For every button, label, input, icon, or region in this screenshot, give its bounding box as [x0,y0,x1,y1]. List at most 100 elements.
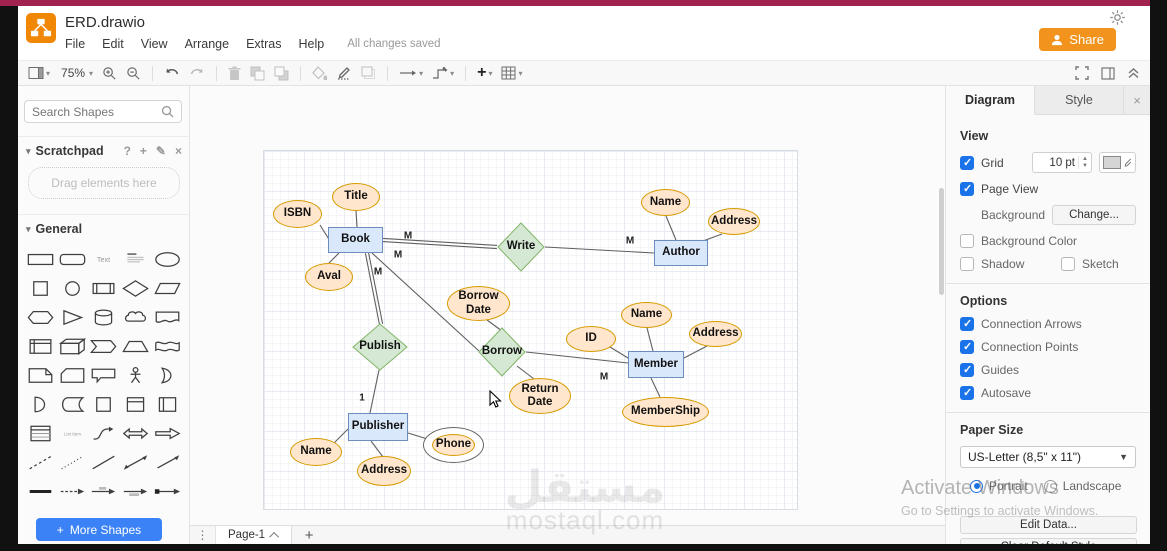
entity-author[interactable]: Author [654,240,708,266]
format-panel-toggle-button[interactable] [1101,66,1115,80]
to-front-button[interactable] [250,66,265,81]
shape-card[interactable] [58,366,88,385]
shape-cube[interactable] [58,337,88,356]
attribute-member-name[interactable]: Name [621,302,672,328]
shape-trapezoid[interactable] [121,337,151,356]
menu-edit[interactable]: Edit [102,37,124,51]
shape-actor[interactable] [121,366,151,385]
menu-extras[interactable]: Extras [246,37,281,51]
shape-dotted-line[interactable] [58,453,88,472]
undo-button[interactable] [164,67,180,80]
zoom-level-dropdown[interactable]: 75% ▾ [59,66,93,80]
shape-square[interactable] [26,279,56,298]
attribute-member-address[interactable]: Address [689,321,742,347]
shape-search-input[interactable] [32,104,161,119]
page-tab[interactable]: Page-1 [216,526,293,544]
shape-line[interactable] [89,453,119,472]
attribute-publisher-name[interactable]: Name [290,438,342,466]
shape-directional-connector[interactable] [152,453,182,472]
relation-publish[interactable]: Publish [352,323,408,371]
guides-checkbox[interactable] [960,363,974,377]
waypoint-style-dropdown[interactable]: 1 ▾ [432,67,454,79]
shadow-button[interactable] [361,66,376,80]
shape-ellipse[interactable] [152,250,182,269]
shape-rounded-rectangle[interactable] [58,250,88,269]
attribute-phone[interactable]: Phone [432,434,475,456]
shape-container-vertical[interactable] [121,395,151,414]
collapse-triangle-icon[interactable]: ▾ [26,146,31,157]
connection-arrows-checkbox[interactable] [960,317,974,331]
shape-dashed-line[interactable] [26,453,56,472]
shape-list-item[interactable]: List Item [58,424,88,443]
landscape-radio[interactable] [1043,479,1057,493]
share-button[interactable]: Share [1039,28,1116,51]
shape-textbox[interactable] [121,250,151,269]
tab-style[interactable]: Style [1035,86,1124,114]
pages-menu-icon[interactable]: ⋮ [190,526,216,544]
redo-button[interactable] [189,67,205,80]
collapse-triangle-icon[interactable]: ▾ [26,224,31,235]
more-shapes-button[interactable]: + More Shapes [36,518,162,541]
shape-text[interactable]: Text [89,250,119,269]
spinner-arrows-icon[interactable]: ▲ ▼ [1078,155,1091,170]
menu-help[interactable]: Help [299,37,325,51]
shape-cylinder[interactable] [89,308,119,327]
shape-diamond[interactable] [121,279,151,298]
help-icon[interactable]: ? [124,144,131,158]
shape-container-horizontal[interactable] [152,395,182,414]
attribute-author-name[interactable]: Name [641,189,690,216]
to-back-button[interactable] [274,66,289,81]
attribute-return-date[interactable]: Return Date [509,378,571,414]
shape-list[interactable] [26,424,56,443]
entity-book[interactable]: Book [328,227,383,253]
shape-or[interactable] [152,366,182,385]
insert-dropdown[interactable]: + ▾ [477,65,492,81]
tab-diagram[interactable]: Diagram [946,86,1035,115]
attribute-isbn[interactable]: ISBN [273,200,322,228]
grid-checkbox[interactable] [960,155,974,170]
shape-arrow-dashed[interactable] [58,482,88,501]
attribute-member-id[interactable]: ID [566,326,616,352]
entity-member[interactable]: Member [628,351,684,378]
background-color-checkbox[interactable] [960,234,974,248]
relation-write[interactable]: Write [497,222,545,272]
shape-arrow-labeled[interactable] [89,482,119,501]
edit-data-button[interactable]: Edit Data... [960,516,1137,534]
grid-size-spinner[interactable]: 10 pt ▲ ▼ [1032,152,1092,173]
shape-tape[interactable] [152,337,182,356]
scratchpad-dropzone[interactable]: Drag elements here [28,167,180,199]
theme-toggle-icon[interactable] [1109,9,1126,26]
attribute-author-address[interactable]: Address [708,208,760,235]
shape-and[interactable] [26,395,56,414]
paper-size-select[interactable]: US-Letter (8,5" x 11") ▼ [960,446,1136,468]
close-panel-icon[interactable]: × [1124,86,1150,114]
shape-process[interactable] [89,279,119,298]
menu-arrange[interactable]: Arrange [185,37,229,51]
attribute-membership[interactable]: MemberShip [622,397,709,427]
shape-bidirectional-connector[interactable] [121,453,151,472]
autosave-checkbox[interactable] [960,386,974,400]
attribute-borrow-date[interactable]: Borrow Date [447,286,510,321]
page-view-checkbox[interactable] [960,182,974,196]
shape-cloud[interactable] [121,308,151,327]
shape-step[interactable] [89,337,119,356]
fullscreen-button[interactable] [1075,66,1089,80]
shape-circle[interactable] [58,279,88,298]
shape-arrow-endpoints[interactable] [152,482,182,501]
sketch-checkbox[interactable] [1061,257,1075,271]
connection-style-dropdown[interactable]: ▾ [399,68,423,78]
attribute-publisher-address[interactable]: Address [357,456,411,486]
shadow-checkbox[interactable] [960,257,974,271]
shape-rectangle[interactable] [26,250,56,269]
shape-curve[interactable] [89,424,119,443]
shape-hexagon[interactable] [26,308,56,327]
attribute-aval[interactable]: Aval [305,263,353,291]
shape-bidirectional-arrow[interactable] [121,424,151,443]
shape-internal-storage[interactable] [26,337,56,356]
shape-arrow[interactable] [152,424,182,443]
table-dropdown[interactable]: ▾ [501,66,522,80]
add-page-button[interactable]: + [292,526,326,544]
line-color-button[interactable] [336,66,352,80]
shape-document[interactable] [152,308,182,327]
shape-link[interactable] [26,482,56,501]
